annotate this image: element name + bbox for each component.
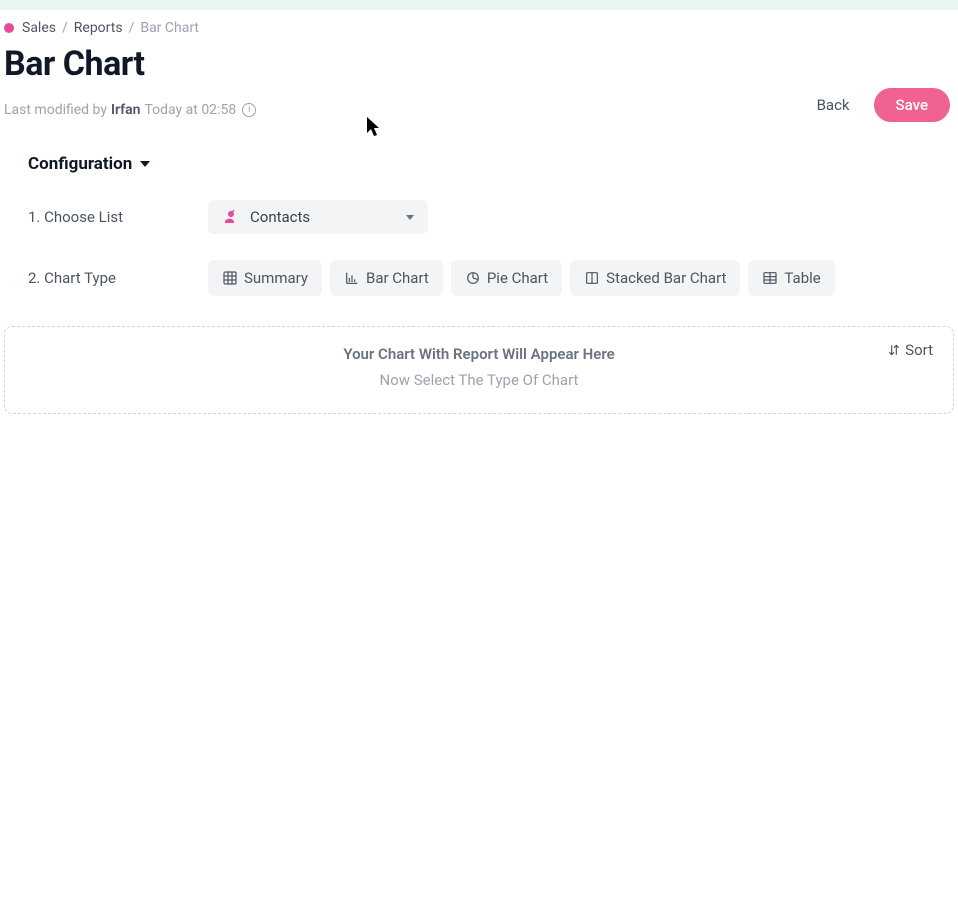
modified-user: Irfan	[111, 102, 141, 118]
chart-type-table-label: Table	[784, 269, 820, 287]
placeholder-title: Your Chart With Report Will Appear Here	[343, 345, 614, 363]
placeholder-subtitle: Now Select The Type Of Chart	[343, 371, 614, 389]
chart-type-label: 2. Chart Type	[28, 269, 208, 287]
chart-type-pie-label: Pie Chart	[487, 269, 548, 287]
last-modified: Last modified by Irfan Today at 02:58 i	[4, 102, 256, 118]
configuration-header[interactable]: Configuration	[28, 154, 930, 174]
chart-type-table[interactable]: Table	[748, 260, 834, 296]
breadcrumb-current: Bar Chart	[140, 20, 199, 36]
top-bar	[0, 0, 958, 10]
chart-type-pie[interactable]: Pie Chart	[451, 260, 562, 296]
modified-time: Today at 02:58	[144, 102, 236, 118]
breadcrumb-link-sales[interactable]: Sales	[22, 20, 56, 36]
chart-type-summary[interactable]: Summary	[208, 260, 322, 296]
list-selector-value: Contacts	[250, 208, 310, 226]
chart-type-bar-label: Bar Chart	[366, 269, 429, 287]
table-icon	[762, 270, 778, 286]
contacts-icon	[222, 208, 240, 226]
modified-prefix: Last modified by	[4, 102, 107, 118]
caret-down-icon	[140, 161, 150, 167]
chart-type-summary-label: Summary	[244, 269, 308, 287]
info-icon[interactable]: i	[242, 103, 256, 117]
pie-chart-icon	[465, 270, 481, 286]
save-button[interactable]: Save	[874, 88, 950, 122]
summary-icon	[222, 270, 238, 286]
chart-type-group: Summary Bar Chart Pie Chart	[208, 260, 835, 296]
stacked-bar-icon	[584, 270, 600, 286]
sort-icon	[887, 343, 901, 357]
back-button[interactable]: Back	[809, 90, 858, 120]
title-area: Bar Chart Last modified by Irfan Today a…	[4, 46, 256, 118]
bar-chart-icon	[344, 270, 360, 286]
breadcrumb-link-reports[interactable]: Reports	[74, 20, 123, 36]
list-selector[interactable]: Contacts	[208, 200, 428, 234]
chart-type-stacked-bar-label: Stacked Bar Chart	[606, 269, 726, 287]
breadcrumb-separator: /	[129, 20, 135, 36]
header-row: Bar Chart Last modified by Irfan Today a…	[0, 46, 958, 122]
sort-button[interactable]: Sort	[887, 341, 933, 359]
chart-placeholder: Your Chart With Report Will Appear Here …	[4, 326, 954, 414]
breadcrumb-separator: /	[62, 20, 68, 36]
configuration-label: Configuration	[28, 154, 132, 174]
breadcrumb-dot-icon	[4, 23, 14, 33]
page-title: Bar Chart	[4, 44, 256, 84]
choose-list-label: 1. Choose List	[28, 208, 208, 226]
breadcrumb: Sales / Reports / Bar Chart	[0, 10, 958, 46]
header-actions: Back Save	[809, 88, 950, 122]
dropdown-arrow-icon	[406, 215, 414, 220]
choose-list-row: 1. Choose List Contacts	[28, 200, 930, 234]
chart-type-stacked-bar[interactable]: Stacked Bar Chart	[570, 260, 740, 296]
configuration-section: Configuration 1. Choose List Contacts 2.…	[0, 154, 958, 296]
chart-type-row: 2. Chart Type Summary	[28, 260, 930, 296]
sort-label: Sort	[905, 341, 933, 359]
chart-type-bar[interactable]: Bar Chart	[330, 260, 443, 296]
